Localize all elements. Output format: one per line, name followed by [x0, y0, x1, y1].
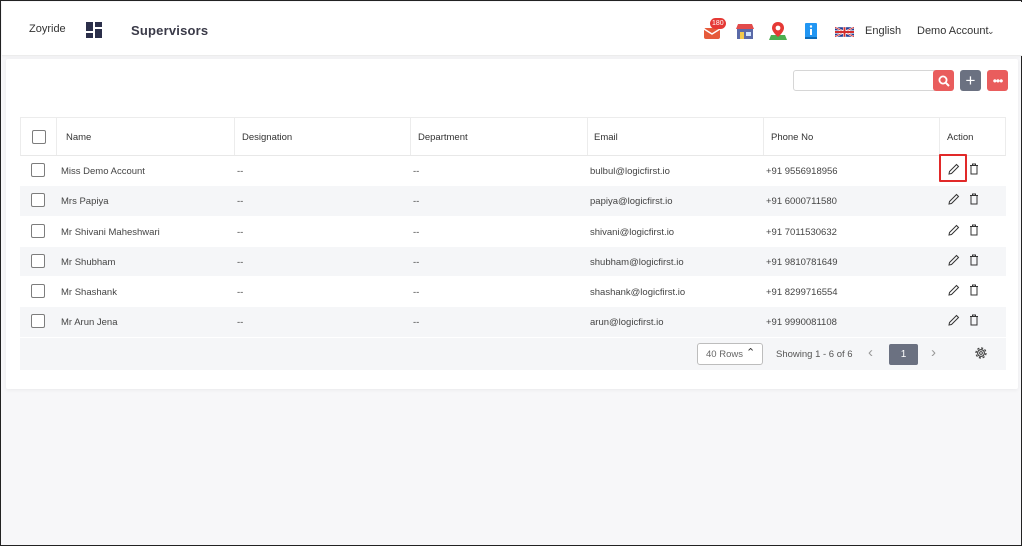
cell-department: --: [413, 196, 420, 208]
table-body: Miss Demo Account -- -- bulbul@logicfirs…: [20, 154, 1006, 338]
top-header: Zoyride Supervisors 180 English Demo Acc…: [2, 2, 1022, 56]
select-all-checkbox[interactable]: [32, 130, 46, 144]
row-checkbox[interactable]: [31, 253, 45, 268]
cell-email: papiya@logicfirst.io: [590, 196, 673, 208]
app-frame: Zoyride Supervisors 180 English Demo Acc…: [0, 0, 1022, 546]
cell-designation: --: [237, 166, 244, 177]
page-title: Supervisors: [131, 23, 209, 38]
chevron-up-icon: ⌃: [746, 346, 756, 359]
prev-page-icon[interactable]: ‹: [868, 344, 873, 361]
account-menu[interactable]: Demo Account: [917, 25, 989, 37]
cell-designation: --: [237, 226, 244, 238]
cell-phone: +91 7011530632: [766, 226, 837, 238]
table-row: Mrs Papiya -- -- papiya@logicfirst.io +9…: [20, 186, 1006, 217]
row-checkbox[interactable]: [31, 193, 45, 208]
column-header-designation[interactable]: Designation: [242, 132, 292, 143]
cell-email: bulbul@logicfirst.io: [590, 166, 670, 177]
notification-badge: 180: [710, 18, 726, 29]
search-input[interactable]: [793, 70, 937, 91]
row-checkbox[interactable]: [31, 314, 45, 329]
table-footer: 40 Rows ⌃ Showing 1 - 6 of 6 ‹ 1 ›: [20, 337, 1006, 370]
delete-icon[interactable]: [969, 193, 979, 205]
dashboard-grid-icon[interactable]: [86, 22, 102, 38]
cell-department: --: [413, 317, 420, 329]
edit-icon[interactable]: [948, 254, 960, 266]
chevron-down-icon[interactable]: ⌄: [987, 26, 995, 37]
table-row: Mr Arun Jena -- -- arun@logicfirst.io +9…: [20, 307, 1006, 338]
cell-phone: +91 6000711580: [766, 196, 837, 208]
search-button[interactable]: [933, 70, 954, 91]
shop-icon[interactable]: [735, 21, 755, 41]
table-row: Mr Shivani Maheshwari -- -- shivani@logi…: [20, 216, 1006, 247]
cell-email: arun@logicfirst.io: [590, 317, 664, 329]
add-icon: +: [965, 71, 976, 90]
cell-phone: +91 8299716554: [766, 287, 838, 299]
table-row: Mr Shubham -- -- shubham@logicfirst.io +…: [20, 246, 1006, 278]
column-header-phone[interactable]: Phone No: [771, 132, 813, 143]
delete-icon[interactable]: [969, 254, 979, 266]
row-checkbox[interactable]: [31, 223, 45, 238]
cell-name: Miss Demo Account: [61, 166, 145, 177]
edit-icon[interactable]: [948, 163, 960, 175]
cell-name: Mr Shashank: [61, 287, 117, 299]
uk-flag-icon[interactable]: [835, 26, 854, 38]
cell-department: --: [413, 226, 420, 238]
cell-phone: +91 9990081108: [766, 317, 837, 329]
map-pin-icon[interactable]: [768, 21, 788, 41]
table-row: Miss Demo Account -- -- bulbul@logicfirs…: [20, 154, 1006, 187]
delete-icon[interactable]: [969, 224, 979, 236]
column-header-department[interactable]: Department: [418, 132, 468, 143]
column-header-name[interactable]: Name: [66, 132, 91, 143]
delete-icon[interactable]: [969, 314, 979, 326]
rows-per-page-label: 40 Rows: [706, 348, 743, 360]
cell-email: shubham@logicfirst.io: [590, 256, 684, 268]
edit-icon[interactable]: [948, 314, 960, 327]
rows-per-page-select[interactable]: 40 Rows ⌃: [697, 342, 763, 365]
edit-icon[interactable]: [948, 224, 960, 236]
cell-name: Mr Arun Jena: [61, 317, 118, 329]
cell-phone: +91 9810781649: [766, 256, 838, 268]
delete-icon[interactable]: [969, 284, 979, 296]
cell-name: Mr Shubham: [61, 256, 116, 268]
brand-name[interactable]: Zoyride: [29, 23, 66, 35]
row-checkbox[interactable]: [31, 284, 45, 299]
more-icon: •••: [992, 73, 1004, 88]
add-button[interactable]: +: [960, 70, 981, 91]
cell-email: shashank@logicfirst.io: [590, 287, 686, 299]
column-header-email[interactable]: Email: [594, 132, 618, 143]
table-row: Mr Shashank -- -- shashank@logicfirst.io…: [20, 277, 1006, 308]
cell-department: --: [413, 256, 420, 268]
cell-department: --: [413, 166, 420, 177]
search-icon: [938, 75, 950, 87]
supervisors-card: + ••• Name Designation Department Email …: [6, 59, 1018, 389]
cell-designation: --: [237, 317, 244, 329]
page-number-button[interactable]: 1: [889, 343, 918, 365]
cell-phone: +91 9556918956: [766, 166, 838, 177]
cell-name: Mrs Papiya: [61, 196, 109, 208]
edit-icon[interactable]: [948, 284, 960, 296]
cell-name: Mr Shivani Maheshwari: [61, 226, 160, 238]
showing-count: Showing 1 - 6 of 6: [776, 348, 853, 360]
language-selector[interactable]: English: [865, 25, 901, 37]
supervisors-table: Name Designation Department Email Phone …: [20, 117, 1006, 370]
cell-designation: --: [237, 196, 244, 208]
info-book-icon[interactable]: [801, 21, 821, 41]
cell-designation: --: [237, 256, 244, 268]
cell-email: shivani@logicfirst.io: [590, 226, 675, 238]
table-header: Name Designation Department Email Phone …: [20, 117, 1006, 156]
gear-icon[interactable]: [973, 345, 989, 361]
delete-icon[interactable]: [969, 163, 979, 175]
edit-icon[interactable]: [948, 193, 960, 205]
next-page-icon[interactable]: ›: [931, 344, 936, 361]
cell-designation: --: [237, 287, 244, 299]
column-header-action: Action: [947, 132, 974, 143]
cell-department: --: [413, 287, 420, 299]
row-checkbox[interactable]: [31, 163, 45, 177]
more-button[interactable]: •••: [987, 70, 1008, 91]
